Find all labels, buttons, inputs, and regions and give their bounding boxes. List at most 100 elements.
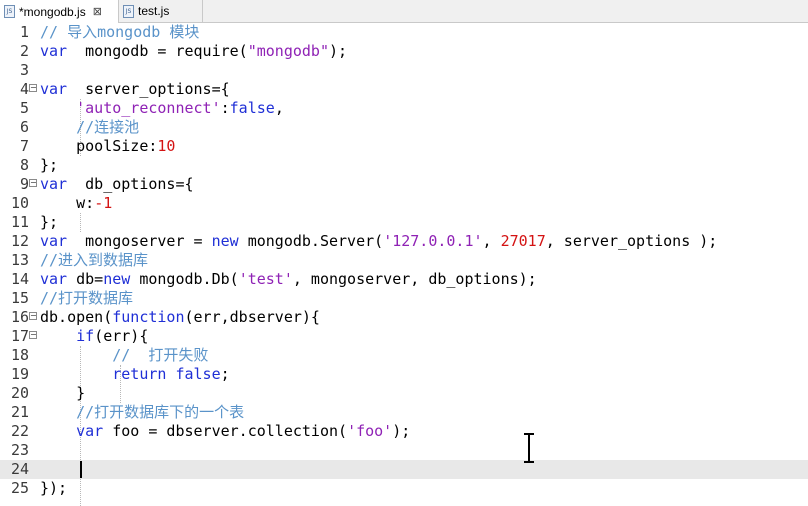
code-line-16[interactable]: 16− db.open(function(err,dbserver){ (0, 308, 808, 327)
code-line-15[interactable]: 15 //打开数据库 (0, 289, 808, 308)
line-number: 17 (10, 327, 29, 345)
token: mongoserver = (67, 232, 212, 250)
line-number: 5 (19, 99, 29, 117)
code-text (40, 460, 76, 479)
token: ); (392, 422, 411, 440)
code-line-10[interactable]: 10 w:-1 (0, 194, 808, 213)
code-line-11[interactable]: 11}; (0, 213, 808, 232)
code-text: if(err){ (40, 327, 148, 346)
code-line-24[interactable]: 24 (0, 460, 808, 479)
token: }; (40, 156, 59, 174)
code-text: }); (40, 479, 67, 498)
code-text: poolSize:10 (40, 137, 175, 156)
token: //进入到数据库 (40, 251, 149, 269)
token: if (76, 327, 95, 345)
code-line-20[interactable]: 20 } (0, 384, 808, 403)
close-icon[interactable]: ⊠ (93, 5, 102, 18)
code-line-6[interactable]: 6 //连接池 (0, 118, 808, 137)
token: , server_options ); (545, 232, 718, 250)
token: mongodb = require( (67, 42, 248, 60)
line-number: 21 (10, 403, 29, 421)
code-text: //打开数据库下的一个表 (40, 403, 244, 422)
token: }); (40, 479, 68, 497)
code-line-4[interactable]: 4− var server_options={ (0, 80, 808, 99)
code-line-25[interactable]: 25}); (0, 479, 808, 498)
line-number: 10 (10, 194, 29, 212)
code-line-13[interactable]: 13 //进入到数据库 (0, 251, 808, 270)
fold-minus-icon[interactable]: − (29, 84, 37, 92)
line-number: 6 (19, 118, 29, 136)
code-line-19[interactable]: 19 return false; (0, 365, 808, 384)
text-caret (80, 461, 82, 478)
line-number: 15 (10, 289, 29, 307)
code-text: //打开数据库 (40, 289, 133, 308)
line-number: 23 (10, 441, 29, 459)
code-text: 'auto_reconnect':false, (40, 99, 284, 118)
token: "mongodb" (247, 42, 329, 60)
code-text: }; (40, 213, 58, 232)
code-line-8[interactable]: 8}; (0, 156, 808, 175)
code-text: // 打开失败 (40, 346, 208, 365)
code-line-12[interactable]: 12 var mongoserver = new mongodb.Server('… (0, 232, 808, 251)
token: 'test' (238, 270, 293, 288)
token: foo = dbserver.collection( (103, 422, 348, 440)
line-number: 25 (10, 479, 29, 497)
token: 'foo' (347, 422, 393, 440)
code-line-5[interactable]: 5 'auto_reconnect':false, (0, 99, 808, 118)
line-number: 24 (10, 460, 29, 478)
js-file-icon: JS (4, 5, 15, 18)
fold-minus-icon[interactable]: − (29, 312, 37, 320)
line-number: 11 (10, 213, 29, 231)
code-line-18[interactable]: 18 // 打开失败 (0, 346, 808, 365)
code-line-2[interactable]: 2 var mongodb = require("mongodb"); (0, 42, 808, 61)
token: //打开数据库 (40, 289, 134, 307)
token: , (482, 232, 501, 250)
code-editor[interactable]: 1 // 导入mongodb 模块 2 var mongodb = require("… (0, 23, 808, 506)
text-ibeam-cursor-icon (524, 433, 534, 463)
token: false (229, 99, 275, 117)
tab-label: *mongodb.js (19, 4, 86, 19)
token: // 导入mongodb 模块 (40, 23, 200, 41)
code-text: db.open(function(err,dbserver){ (40, 308, 320, 327)
fold-minus-icon[interactable]: − (29, 331, 37, 339)
code-line-3[interactable]: 3 (0, 61, 808, 80)
code-line-9[interactable]: 9− var db_options={ (0, 175, 808, 194)
token: ; (220, 365, 230, 383)
code-line-7[interactable]: 7 poolSize:10 (0, 137, 808, 156)
tab-mongodb-js[interactable]: JS *mongodb.js ⊠ (0, 0, 119, 23)
code-text: }; (40, 156, 58, 175)
token: (err){ (94, 327, 149, 345)
code-text: return false; (40, 365, 230, 384)
code-line-21[interactable]: 21 //打开数据库下的一个表 (0, 403, 808, 422)
token: , (274, 99, 284, 117)
line-number: 22 (10, 422, 29, 440)
line-number: 18 (10, 346, 29, 364)
token: var (40, 80, 68, 98)
line-number: 3 (19, 61, 29, 79)
code-line-23[interactable]: 23 (0, 441, 808, 460)
code-line-22[interactable]: 22 var foo = dbserver.collection('foo'); (0, 422, 808, 441)
line-number: 4 (19, 80, 29, 98)
token: function (112, 308, 185, 326)
line-number: 20 (10, 384, 29, 402)
token: w: (40, 194, 95, 212)
fold-minus-icon[interactable]: − (29, 179, 37, 187)
code-line-17[interactable]: 17− if(err){ (0, 327, 808, 346)
editor-tab-bar: JS *mongodb.js ⊠ JS test.js (0, 0, 808, 23)
code-line-1[interactable]: 1 // 导入mongodb 模块 (0, 23, 808, 42)
token: new (103, 270, 131, 288)
tab-test-js[interactable]: JS test.js (119, 0, 203, 22)
code-line-14[interactable]: 14 var db=new mongodb.Db('test', mongoser… (0, 270, 808, 289)
token: var (40, 42, 68, 60)
line-number: 9 (19, 175, 29, 193)
code-text: var db=new mongodb.Db('test', mongoserve… (40, 270, 537, 289)
code-text: //进入到数据库 (40, 251, 148, 270)
